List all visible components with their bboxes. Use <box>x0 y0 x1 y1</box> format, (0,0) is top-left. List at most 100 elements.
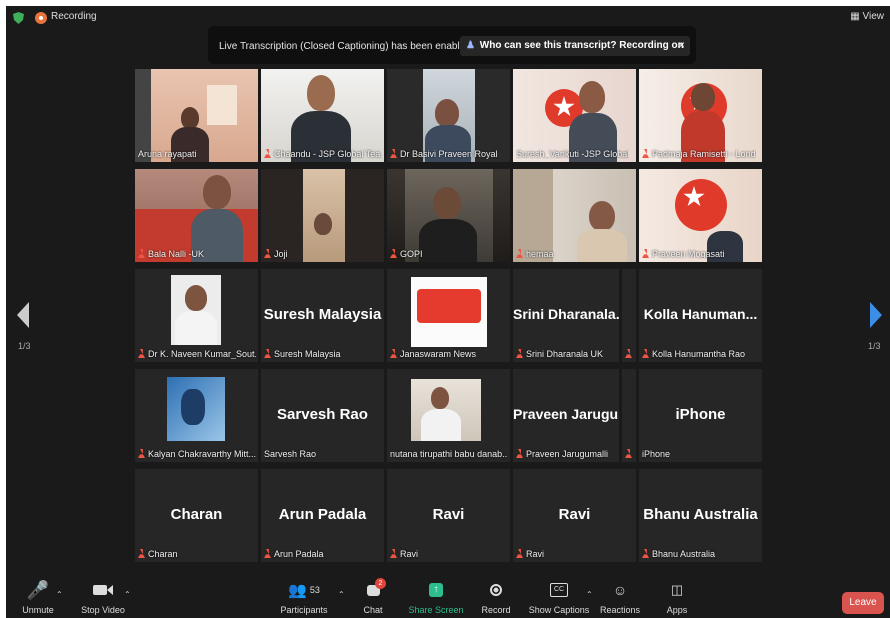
share-screen-icon: ↑ <box>429 583 443 597</box>
muted-mic-icon <box>642 149 649 158</box>
participant-display-name: Ravi <box>558 506 591 523</box>
muted-mic-icon <box>516 349 523 358</box>
participant-tile[interactable]: Bhanu Australia Bhanu Australia <box>639 469 762 562</box>
apps-icon: ◫ <box>670 582 684 597</box>
participant-tile[interactable]: hemaa <box>513 169 636 262</box>
participant-name: Bhanu Australia <box>642 549 715 559</box>
zoom-meeting-window: Recording ▦ View Live Transcription (Clo… <box>6 6 890 618</box>
muted-mic-icon <box>516 249 523 258</box>
participant-name: Praveen Mogasati <box>642 249 725 259</box>
muted-mic-icon <box>390 549 397 558</box>
participant-tile[interactable]: Suresh_Varikuti -JSP Global <box>513 69 636 162</box>
participant-tile[interactable]: Srini Dharanala... Srini Dharanala UK <box>513 269 619 362</box>
audio-options-chevron-icon[interactable]: ⌃ <box>56 590 63 599</box>
stop-video-button[interactable]: Stop Video <box>78 578 128 615</box>
participant-tile-partial[interactable] <box>622 369 636 462</box>
banner-text: Live Transcription (Closed Captioning) h… <box>219 41 471 52</box>
participant-name: GOPI <box>390 249 423 259</box>
video-camera-icon <box>93 585 107 595</box>
participant-name: hemaa <box>516 249 554 259</box>
participants-icon: 👥 <box>288 582 307 599</box>
participant-tile[interactable]: Charan Charan <box>135 469 258 562</box>
participant-tile[interactable]: Dr Basivi Praveen Royal <box>387 69 510 162</box>
participant-tile[interactable]: Janaswaram News <box>387 269 510 362</box>
transcription-banner: Live Transcription (Closed Captioning) h… <box>208 26 696 64</box>
participant-name: nutana tirupathi babu danab... <box>390 449 508 459</box>
participant-tile[interactable]: Ravi Ravi <box>387 469 510 562</box>
apps-button[interactable]: ◫ Apps <box>662 578 692 615</box>
muted-mic-icon <box>625 449 632 458</box>
participant-display-name: Suresh Malaysia <box>263 306 382 323</box>
participant-name: Dr Basivi Praveen Royal <box>390 149 498 159</box>
participant-tile[interactable]: Aruna rayapati <box>135 69 258 162</box>
participant-tile[interactable]: nutana tirupathi babu danab... <box>387 369 510 462</box>
muted-mic-icon <box>390 249 397 258</box>
leave-button[interactable]: Leave <box>842 592 884 614</box>
unmute-button[interactable]: 🎤 Unmute <box>18 578 58 616</box>
participant-name: Dr K. Naveen Kumar_Sout... <box>138 349 256 359</box>
participant-name: Kolla Hanumantha Rao <box>642 349 745 359</box>
participant-display-name: Srini Dharanala... <box>513 306 619 322</box>
participant-tile[interactable]: Dr K. Naveen Kumar_Sout... <box>135 269 258 362</box>
shield-icon[interactable] <box>13 12 24 24</box>
participant-tile[interactable]: iPhone iPhone <box>639 369 762 462</box>
participant-tile-partial[interactable] <box>622 269 636 362</box>
participant-tile[interactable]: Praveen Jarugu... Praveen Jarugumalli <box>513 369 619 462</box>
chat-button[interactable]: 2 Chat <box>358 578 388 615</box>
muted-mic-icon <box>138 249 145 258</box>
muted-mic-icon <box>264 549 271 558</box>
participant-name <box>625 349 635 359</box>
participant-name: Aruna rayapati <box>138 149 197 159</box>
chat-badge: 2 <box>375 578 386 589</box>
muted-mic-icon <box>264 349 271 358</box>
participant-tile[interactable]: Ravi Ravi <box>513 469 636 562</box>
recording-label[interactable]: Recording <box>51 11 97 22</box>
show-captions-button[interactable]: CC Show Captions <box>528 578 590 615</box>
transcript-visibility-link[interactable]: ♟ Who can see this transcript? Recording… <box>460 36 690 56</box>
participant-tile[interactable]: Bala Nalli -UK <box>135 169 258 262</box>
participant-display-name: Sarvesh Rao <box>277 406 368 423</box>
participant-tile[interactable]: Joji <box>261 169 384 262</box>
participant-name: Janaswaram News <box>390 349 476 359</box>
share-screen-button[interactable]: ↑ Share Screen <box>408 578 464 615</box>
view-button[interactable]: ▦ View <box>850 11 884 22</box>
video-options-chevron-icon[interactable]: ⌃ <box>124 590 131 599</box>
muted-mic-icon <box>264 149 271 158</box>
muted-mic-icon <box>390 149 397 158</box>
participant-tile[interactable]: Sarvesh Rao Sarvesh Rao <box>261 369 384 462</box>
muted-microphone-icon: 🎤 <box>26 579 50 600</box>
close-banner-button[interactable]: × <box>678 38 685 52</box>
participant-display-name: Bhanu Australia <box>643 506 758 523</box>
participant-tile[interactable]: GOPI <box>387 169 510 262</box>
participant-tile[interactable]: Kolla Hanuman... Kolla Hanumantha Rao <box>639 269 762 362</box>
prev-page-arrow-icon[interactable] <box>17 302 29 328</box>
recording-icon[interactable] <box>35 12 47 24</box>
participant-tile[interactable]: Praveen Mogasati <box>639 169 762 262</box>
participant-name: Ravi <box>390 549 418 559</box>
reactions-button[interactable]: ☺ Reactions <box>598 578 642 615</box>
participant-tile[interactable]: Suresh Malaysia Suresh Malaysia <box>261 269 384 362</box>
participant-display-name: Praveen Jarugu... <box>513 406 619 422</box>
participant-tile[interactable]: Kalyan Chakravarthy Mitt... <box>135 369 258 462</box>
page-indicator-left: 1/3 <box>18 341 31 351</box>
participant-name <box>625 449 635 459</box>
grid-view-icon: ▦ <box>850 11 863 22</box>
participant-tile[interactable]: Chaandu - JSP Global Tea... <box>261 69 384 162</box>
muted-mic-icon <box>516 449 523 458</box>
record-button[interactable]: Record <box>478 578 514 615</box>
muted-mic-icon <box>390 349 397 358</box>
next-page-arrow-icon[interactable] <box>870 302 882 328</box>
captions-options-chevron-icon[interactable]: ⌃ <box>586 590 593 599</box>
participant-name: Sarvesh Rao <box>264 449 317 459</box>
participant-name: Kalyan Chakravarthy Mitt... <box>138 449 256 459</box>
participants-options-chevron-icon[interactable]: ⌃ <box>338 590 345 599</box>
participant-display-name: Kolla Hanuman... <box>643 306 758 322</box>
participants-button[interactable]: 👥 53 Participants <box>276 578 332 615</box>
record-icon <box>490 584 502 596</box>
participant-display-name: Charan <box>170 506 223 523</box>
participant-name: Arun Padala <box>264 549 324 559</box>
participant-tile[interactable]: Arun Padala Arun Padala <box>261 469 384 562</box>
participant-name: Padmaja Ramisetti - Lond <box>642 149 756 159</box>
participant-tile[interactable]: Padmaja Ramisetti - Lond <box>639 69 762 162</box>
participant-display-name: iPhone <box>675 406 726 423</box>
